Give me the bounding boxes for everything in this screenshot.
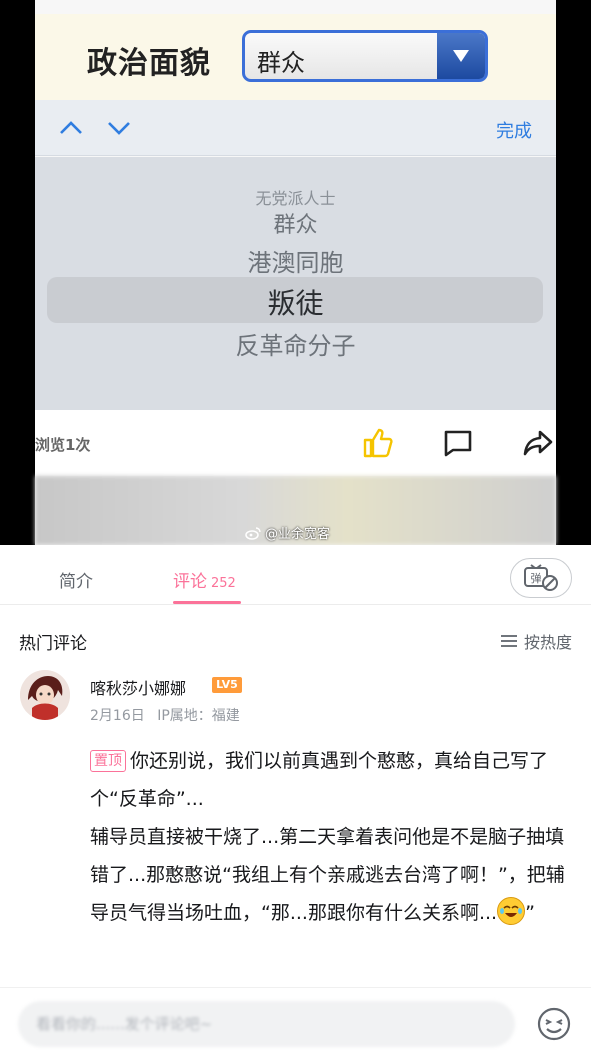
form-label: 政治面貌 — [87, 46, 211, 81]
sort-icon — [500, 635, 517, 647]
comment-text-line-2: 辅导员直接被干烧了...第二天拿着表问他是不是脑子抽填错了...那憨憨说“我组上… — [90, 826, 565, 924]
username[interactable]: 喀秋莎小娜娜 — [90, 675, 186, 699]
video-frame[interactable]: 政治面貌 群众 完成 无党派人士 群众 港澳同胞 叛徒 反革命分子 浏览1次 @… — [0, 0, 591, 545]
danmaku-off-icon: 弹 — [524, 564, 558, 591]
view-count: 浏览1次 — [35, 436, 91, 454]
chevron-up-icon — [60, 121, 82, 134]
svg-text:弹: 弹 — [531, 571, 542, 585]
avatar[interactable] — [20, 670, 70, 720]
comment-meta: 2月16日 IP属地：福建 — [90, 705, 240, 725]
select-value: 群众 — [257, 49, 305, 77]
wheel-item: 反革命分子 — [235, 332, 356, 360]
tab-bar: 简介 评论 252 弹 — [0, 545, 591, 605]
wheel-item: 港澳同胞 — [247, 249, 344, 277]
tab-intro[interactable]: 简介 — [59, 567, 93, 592]
user-avatar-image — [20, 670, 70, 720]
weibo-watermark: @业余宽客 — [245, 523, 330, 542]
comment-input[interactable]: 看看你的......发个评论吧~ — [18, 1001, 515, 1047]
comment-input-bar: 看看你的......发个评论吧~ — [0, 987, 591, 1063]
hot-comments-title: 热门评论 — [19, 634, 87, 654]
tab-comments-count: 252 — [211, 576, 236, 591]
comment-text-end: ” — [525, 902, 535, 924]
sort-by-hot-button[interactable]: 按热度 — [500, 629, 572, 653]
chevron-down-icon — [108, 122, 130, 135]
done-label: 完成 — [496, 121, 532, 142]
comment-panel: 简介 评论 252 弹 热门评论 按热度 喀秋莎小娜娜 LV5 2月16日 IP… — [0, 545, 591, 1063]
comment-body: 置顶 你还别说，我们以前真遇到个憨憨，真给自己写了个“反革命”... 辅导员直接被… — [90, 742, 570, 932]
laughing-crying-emoji-icon — [497, 897, 526, 925]
embedded-form-screenshot: 政治面貌 群众 完成 无党派人士 群众 港澳同胞 叛徒 反革命分子 浏览1次 — [35, 0, 556, 545]
active-tab-indicator — [173, 601, 241, 604]
wheel-item: 无党派人士 — [255, 189, 336, 208]
pinned-badge: 置顶 — [90, 750, 126, 772]
picker-toolbar: 完成 — [35, 100, 556, 156]
comment-text-line-1: 你还别说，我们以前真遇到个憨憨，真给自己写了个“反革命”... — [90, 750, 549, 810]
picker-wheel: 无党派人士 群众 港澳同胞 叛徒 反革命分子 — [35, 157, 556, 410]
weibo-logo-icon — [245, 526, 261, 540]
political-status-select: 群众 — [242, 30, 488, 82]
form-row: 政治面貌 群众 — [35, 14, 556, 100]
dropdown-arrow-icon — [437, 33, 485, 79]
comment-date: 2月16日 — [90, 708, 145, 724]
tab-comments-label: 评论 — [173, 572, 207, 592]
user-level-badge: LV5 — [212, 677, 242, 693]
thumbs-up-icon — [363, 428, 393, 458]
post-action-row: 浏览1次 — [35, 410, 556, 476]
comment-ip-location: IP属地：福建 — [157, 708, 240, 724]
share-icon — [523, 430, 553, 456]
danmaku-toggle-button[interactable]: 弹 — [510, 558, 572, 598]
comment-icon — [444, 430, 472, 457]
emoji-picker-icon[interactable] — [536, 1006, 572, 1042]
sort-label: 按热度 — [523, 633, 572, 652]
wheel-item: 群众 — [273, 213, 318, 238]
tab-comments[interactable]: 评论 252 — [173, 567, 236, 592]
wheel-item-selected: 叛徒 — [267, 287, 324, 320]
watermark-text: @业余宽客 — [265, 527, 331, 542]
